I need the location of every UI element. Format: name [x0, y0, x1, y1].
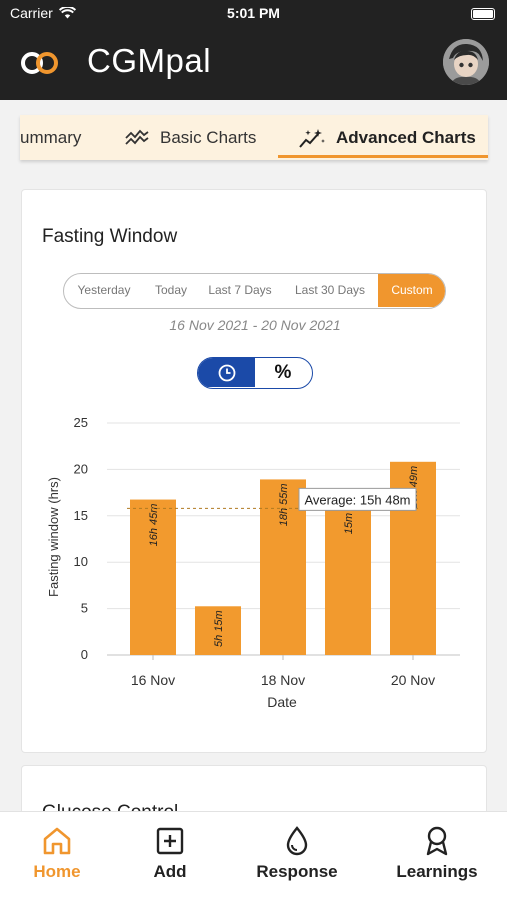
nav-response[interactable]: Response	[242, 826, 352, 882]
award-icon	[426, 826, 448, 856]
drop-icon	[286, 826, 308, 856]
tab-basic-charts-label: Basic Charts	[160, 127, 257, 147]
app-title: CGMpal	[87, 42, 212, 79]
chart-wave-icon	[125, 129, 149, 145]
cgmpal-logo-icon	[21, 52, 58, 74]
avatar[interactable]	[443, 39, 489, 85]
avatar-image	[443, 39, 489, 85]
nav-home[interactable]: Home	[2, 826, 112, 882]
nav-add[interactable]: Add	[115, 826, 225, 882]
nav-learnings[interactable]: Learnings	[382, 826, 492, 882]
x-tick-label: 18 Nov	[261, 672, 305, 688]
bar-value-label: 15m	[343, 513, 355, 534]
x-axis-label: Date	[267, 694, 297, 710]
active-tab-indicator	[278, 155, 488, 158]
y-tick-label: 20	[74, 461, 88, 476]
nav-learnings-label: Learnings	[396, 862, 478, 881]
app-header: CGMpal	[0, 28, 507, 100]
x-tick-label: 16 Nov	[131, 672, 175, 688]
y-tick-label: 15	[74, 508, 88, 523]
y-axis-ticks: 0 5 10 15 20 25	[74, 415, 88, 662]
nav-response-label: Response	[256, 862, 338, 881]
chart-tabs: ummary Basic Charts Advanced Charts	[20, 115, 488, 160]
y-axis-label: Fasting window (hrs)	[46, 477, 61, 597]
battery-icon	[471, 8, 495, 20]
x-tick-label: 20 Nov	[391, 672, 435, 688]
home-icon	[43, 827, 71, 855]
fasting-window-chart: 0510152025 16h 45m5h 15m18h 55m 15m20h 49…	[46, 415, 460, 710]
x-axis-ticks: 16 Nov 18 Nov 20 Nov	[131, 655, 435, 688]
tab-summary-label: ummary	[20, 127, 82, 147]
sparkle-chart-icon	[299, 128, 325, 148]
y-tick-label: 5	[81, 601, 88, 616]
tab-summary[interactable]: ummary	[20, 115, 81, 160]
fasting-window-card: Fasting Window Yesterday Today Last 7 Da…	[21, 189, 487, 753]
status-time: 5:01 PM	[227, 5, 280, 21]
add-square-icon	[156, 827, 184, 855]
y-tick-label: 25	[74, 415, 88, 430]
bottom-navigation: Home Add Response Learnings	[0, 811, 507, 900]
nav-add-label: Add	[153, 862, 187, 881]
bar-value-label: 5h 15m	[213, 610, 225, 647]
bar-value-label: 16h 45m	[148, 504, 160, 547]
status-bar: Carrier 5:01 PM	[0, 0, 507, 28]
nav-home-label: Home	[33, 862, 81, 881]
tab-basic-charts[interactable]: Basic Charts	[124, 115, 256, 160]
y-tick-label: 0	[81, 647, 88, 662]
tab-advanced-charts-label: Advanced Charts	[336, 127, 476, 147]
y-tick-label: 10	[74, 554, 88, 569]
tab-advanced-charts[interactable]: Advanced Charts	[298, 115, 476, 160]
average-label: Average: 15h 48m	[305, 492, 411, 507]
bar-value-label: 18h 55m	[278, 483, 290, 526]
